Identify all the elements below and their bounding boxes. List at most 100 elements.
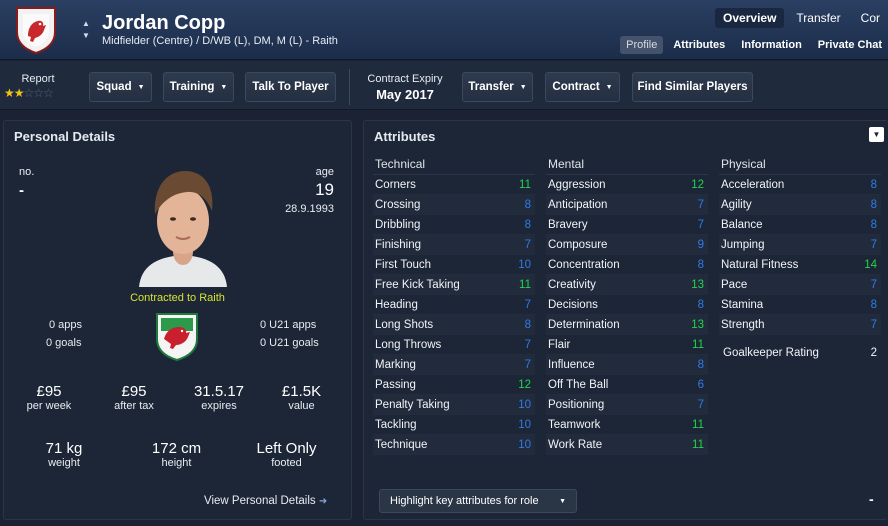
attribute-row[interactable]: Teamwork 11 bbox=[546, 415, 708, 435]
after-tax-value: £95 bbox=[121, 383, 147, 400]
attribute-row[interactable]: Long Shots 8 bbox=[373, 315, 535, 335]
panel-options-icon[interactable]: ▼ bbox=[869, 127, 884, 142]
contract-button[interactable]: Contract ▼ bbox=[545, 72, 620, 102]
attribute-row[interactable]: Influence 8 bbox=[546, 355, 708, 375]
attribute-row[interactable]: Off The Ball 6 bbox=[546, 375, 708, 395]
value-stat: £1.5K value bbox=[269, 383, 334, 412]
player-name: Jordan Copp bbox=[102, 12, 226, 34]
attribute-row[interactable]: Stamina 8 bbox=[719, 295, 881, 315]
attribute-value: 8 bbox=[870, 298, 877, 311]
attribute-value: 8 bbox=[524, 198, 531, 211]
attribute-row[interactable]: First Touch 10 bbox=[373, 255, 535, 275]
attribute-row[interactable]: Flair 11 bbox=[546, 335, 708, 355]
contract-expiry-label: Contract Expiry bbox=[367, 73, 443, 85]
attribute-name: Work Rate bbox=[548, 438, 603, 451]
player-photo bbox=[139, 171, 227, 287]
attribute-row[interactable]: Crossing 8 bbox=[373, 195, 535, 215]
attribute-value: 12 bbox=[518, 378, 531, 391]
toolbar: Report ★★☆☆☆ Squad ▼ Training ▼ Talk To Pl… bbox=[0, 61, 888, 110]
subtab-attributes[interactable]: Attributes bbox=[667, 36, 731, 54]
attribute-name: Strength bbox=[721, 318, 765, 331]
attribute-row[interactable]: Pace 7 bbox=[719, 275, 881, 295]
attribute-row[interactable]: Marking 7 bbox=[373, 355, 535, 375]
attribute-value: 7 bbox=[697, 198, 704, 211]
find-similar-players-button[interactable]: Find Similar Players bbox=[632, 72, 753, 102]
attribute-value: 14 bbox=[864, 258, 877, 271]
attribute-row[interactable]: Concentration 8 bbox=[546, 255, 708, 275]
attribute-row[interactable]: Jumping 7 bbox=[719, 235, 881, 255]
attribute-row[interactable]: Natural Fitness 14 bbox=[719, 255, 881, 275]
subtab-profile[interactable]: Profile bbox=[620, 36, 664, 54]
squad-button[interactable]: Squad ▼ bbox=[89, 72, 152, 102]
subtab-information[interactable]: Information bbox=[735, 36, 808, 54]
attribute-row[interactable]: Anticipation 7 bbox=[546, 195, 708, 215]
next-player-icon[interactable]: ▼ bbox=[80, 30, 92, 42]
attribute-row[interactable]: Penalty Taking 10 bbox=[373, 395, 535, 415]
attribute-name: Crossing bbox=[375, 198, 421, 211]
goalkeeper-rating-value: 2 bbox=[870, 347, 877, 359]
attribute-value: 7 bbox=[524, 338, 531, 351]
attribute-value: 7 bbox=[870, 278, 877, 291]
tab-transfer[interactable]: Transfer bbox=[788, 8, 848, 28]
tab-cor[interactable]: Cor bbox=[853, 8, 888, 28]
attribute-row[interactable]: Free Kick Taking 11 bbox=[373, 275, 535, 295]
height-stat: 172 cm height bbox=[139, 440, 214, 469]
attribute-row[interactable]: Composure 9 bbox=[546, 235, 708, 255]
attribute-name: Passing bbox=[375, 378, 416, 391]
foot-label: footed bbox=[271, 457, 302, 469]
sub-tabs: Profile Attributes Information Private C… bbox=[616, 36, 888, 54]
expires-stat: 31.5.17 expires bbox=[184, 383, 254, 412]
height-value: 172 cm bbox=[151, 440, 202, 457]
attribute-value: 8 bbox=[870, 198, 877, 211]
attribute-value: 8 bbox=[870, 218, 877, 231]
attribute-name: Finishing bbox=[375, 238, 422, 251]
contract-expiry: Contract Expiry May 2017 bbox=[360, 73, 450, 102]
attribute-name: Balance bbox=[721, 218, 763, 231]
player-nav-arrows[interactable]: ▲ ▼ bbox=[80, 18, 92, 42]
attribute-row[interactable]: Long Throws 7 bbox=[373, 335, 535, 355]
view-personal-details-link[interactable]: View Personal Details ➜ bbox=[204, 495, 327, 507]
subtab-private-chat[interactable]: Private Chat bbox=[812, 36, 888, 54]
find-similar-label: Find Similar Players bbox=[637, 81, 748, 93]
attribute-row[interactable]: Positioning 7 bbox=[546, 395, 708, 415]
attribute-row[interactable]: Strength 7 bbox=[719, 315, 881, 335]
wage-stat: £95 per week bbox=[19, 383, 79, 412]
training-button[interactable]: Training ▼ bbox=[163, 72, 234, 102]
previous-player-icon[interactable]: ▲ bbox=[80, 18, 92, 30]
attribute-name: Corners bbox=[375, 178, 416, 191]
attribute-row[interactable]: Decisions 8 bbox=[546, 295, 708, 315]
attribute-row[interactable]: Creativity 13 bbox=[546, 275, 708, 295]
attribute-row[interactable]: Work Rate 11 bbox=[546, 435, 708, 455]
report-stars: ★★☆☆☆ bbox=[4, 86, 72, 100]
attribute-row[interactable]: Dribbling 8 bbox=[373, 215, 535, 235]
attribute-name: Positioning bbox=[548, 398, 605, 411]
attribute-row[interactable]: Corners 11 bbox=[373, 175, 535, 195]
attribute-value: 10 bbox=[518, 438, 531, 451]
attribute-row[interactable]: Aggression 12 bbox=[546, 175, 708, 195]
expires-value: 31.5.17 bbox=[193, 383, 245, 400]
attribute-value: 8 bbox=[524, 318, 531, 331]
attribute-row[interactable]: Tackling 10 bbox=[373, 415, 535, 435]
attribute-row[interactable]: Passing 12 bbox=[373, 375, 535, 395]
technical-column: Technical Corners 11 Crossing 8 Dribbling 8 Fi… bbox=[373, 155, 535, 455]
attribute-row[interactable]: Acceleration 8 bbox=[719, 175, 881, 195]
attribute-name: Concentration bbox=[548, 258, 620, 271]
attribute-row[interactable]: Bravery 7 bbox=[546, 215, 708, 235]
scout-report[interactable]: Report ★★☆☆☆ bbox=[4, 73, 72, 100]
attribute-row[interactable]: Balance 8 bbox=[719, 215, 881, 235]
attribute-row[interactable]: Determination 13 bbox=[546, 315, 708, 335]
attribute-row[interactable]: Heading 7 bbox=[373, 295, 535, 315]
attribute-value: 7 bbox=[697, 218, 704, 231]
tab-overview[interactable]: Overview bbox=[715, 8, 785, 28]
attribute-value: 10 bbox=[518, 398, 531, 411]
highlight-role-dropdown[interactable]: Highlight key attributes for role ▼ bbox=[379, 489, 577, 513]
attribute-name: Flair bbox=[548, 338, 571, 351]
attribute-row[interactable]: Finishing 7 bbox=[373, 235, 535, 255]
attribute-row[interactable]: Agility 8 bbox=[719, 195, 881, 215]
attribute-row[interactable]: Technique 10 bbox=[373, 435, 535, 455]
star-empty-icon: ☆ bbox=[23, 86, 35, 100]
transfer-button[interactable]: Transfer ▼ bbox=[462, 72, 533, 102]
talk-to-player-button[interactable]: Talk To Player bbox=[245, 72, 336, 102]
height-label: height bbox=[161, 457, 192, 469]
role-rating-value: - bbox=[869, 491, 874, 507]
